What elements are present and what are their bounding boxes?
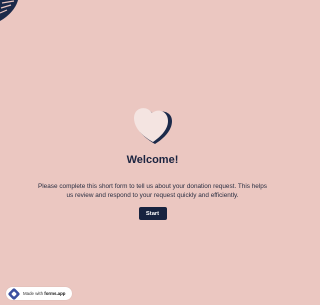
heart-icon [133, 108, 172, 144]
forms-app-logo-icon [8, 287, 20, 300]
made-with-forms-app-badge[interactable]: Made with forms.app [6, 287, 72, 300]
welcome-title: Welcome! [126, 154, 179, 166]
badge-brand: forms.app [44, 291, 66, 296]
start-button[interactable]: Start [138, 207, 167, 220]
corner-leaf-decoration [0, 0, 18, 21]
badge-text: Made with forms.app [23, 291, 65, 296]
welcome-description: Please complete this short form to tell … [38, 183, 268, 199]
badge-prefix: Made with [23, 291, 44, 296]
